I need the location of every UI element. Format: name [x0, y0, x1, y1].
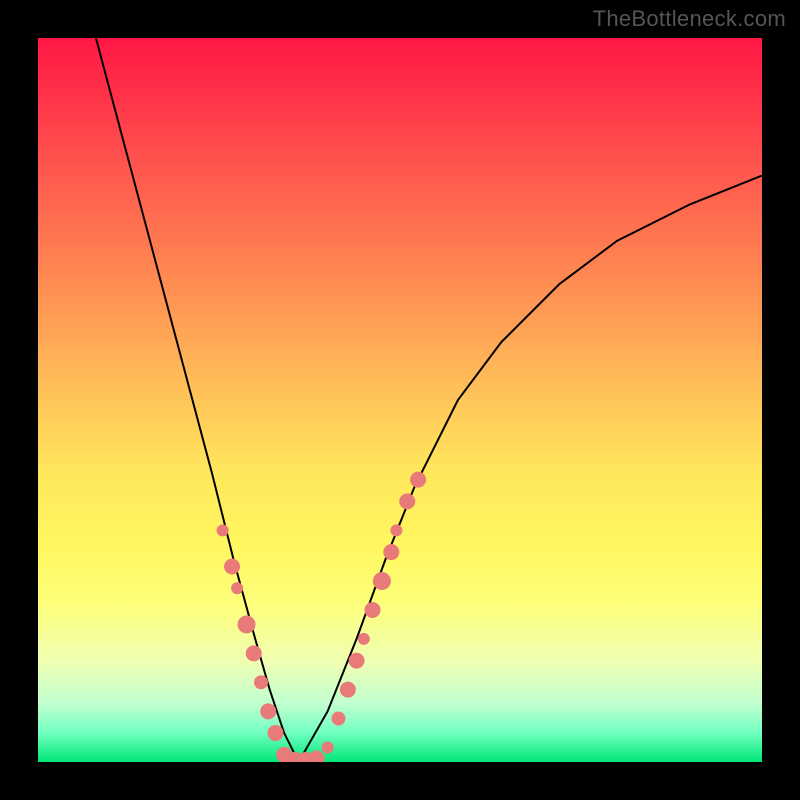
curve-right — [299, 176, 762, 762]
data-dot — [309, 750, 325, 762]
data-dot — [364, 602, 380, 618]
data-dot — [340, 682, 356, 698]
chart-container: TheBottleneck.com — [0, 0, 800, 800]
data-dot — [260, 703, 276, 719]
data-dot — [224, 559, 240, 575]
data-dot — [217, 524, 229, 536]
data-dot — [349, 653, 365, 669]
curve-left — [96, 38, 299, 762]
chart-svg — [38, 38, 762, 762]
data-dot — [399, 493, 415, 509]
watermark-text: TheBottleneck.com — [593, 6, 786, 32]
data-dot — [246, 645, 262, 661]
data-dot — [373, 572, 391, 590]
data-dot — [231, 582, 243, 594]
data-dot — [383, 544, 399, 560]
data-dot — [358, 633, 370, 645]
data-dot — [322, 742, 334, 754]
plot-area — [38, 38, 762, 762]
data-dot — [331, 712, 345, 726]
data-dot — [267, 725, 283, 741]
data-dot — [254, 675, 268, 689]
data-dot — [390, 524, 402, 536]
data-dots — [217, 472, 426, 762]
data-dot — [238, 615, 256, 633]
data-dot — [410, 472, 426, 488]
